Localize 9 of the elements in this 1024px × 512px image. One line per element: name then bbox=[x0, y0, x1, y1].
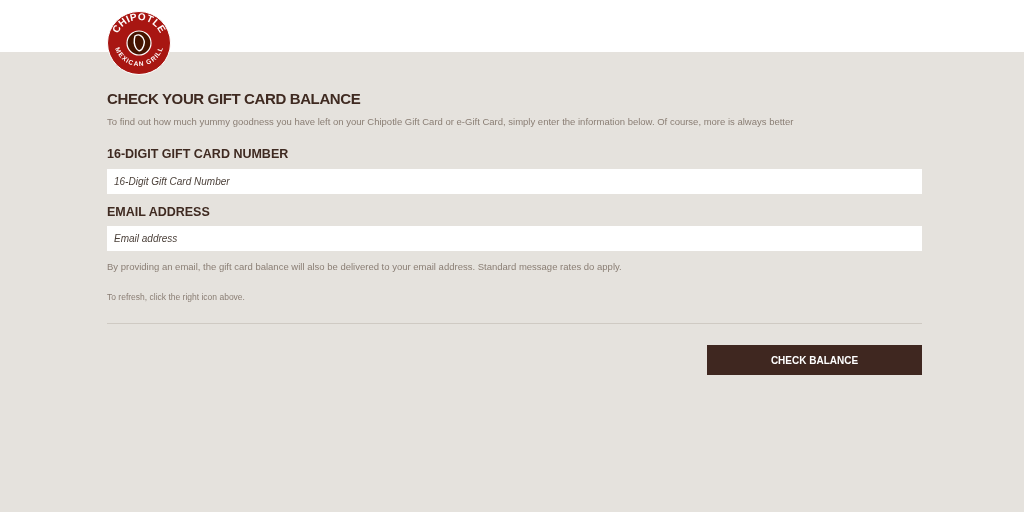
intro-text: To find out how much yummy goodness you have left on your Chipotle Gift Card or e-Gift Card, simply enter the information below. Of course, more is always better bbox=[107, 114, 795, 129]
check-balance-button[interactable]: CHECK BALANCE bbox=[707, 345, 922, 376]
field-label: EMAIL ADDRESS bbox=[107, 203, 211, 221]
field-label: 16-DIGIT GIFT CARD NUMBER bbox=[107, 145, 290, 163]
input-field[interactable]: Email address bbox=[107, 226, 922, 252]
email-note: By providing an email, the gift card balance will also be delivered to your email address. Standard message rates do apply. bbox=[107, 260, 623, 275]
input-field[interactable]: 16-Digit Gift Card Number bbox=[107, 168, 922, 194]
page-heading: CHECK YOUR GIFT CARD BALANCE bbox=[107, 89, 362, 109]
refresh-note: To refresh, click the right icon above. bbox=[107, 290, 246, 304]
